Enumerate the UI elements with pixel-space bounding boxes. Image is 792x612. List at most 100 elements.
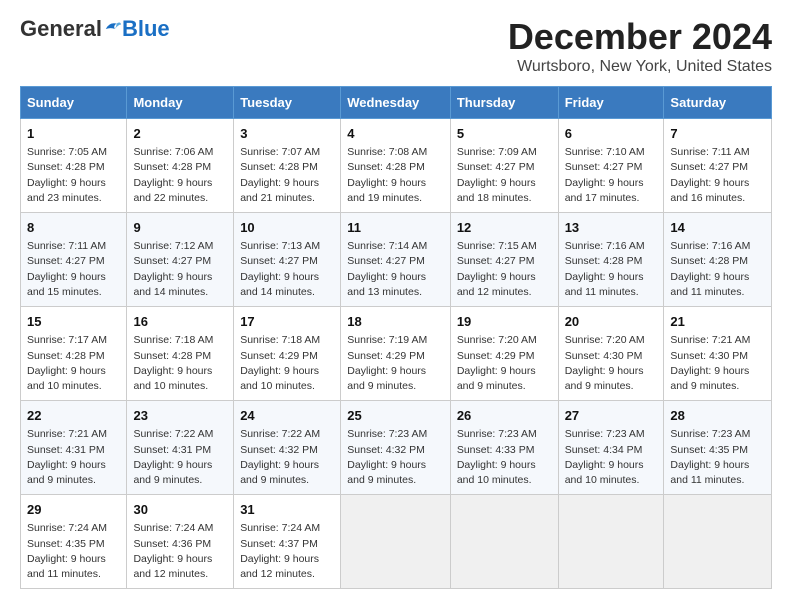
day-info: Sunrise: 7:23 AM Sunset: 4:33 PM Dayligh… [457,427,552,488]
day-info: Sunrise: 7:18 AM Sunset: 4:29 PM Dayligh… [240,333,334,394]
calendar-cell: 24 Sunrise: 7:22 AM Sunset: 4:32 PM Dayli… [234,401,341,495]
calendar-cell: 13 Sunrise: 7:16 AM Sunset: 4:28 PM Dayli… [558,213,664,307]
calendar-cell: 15 Sunrise: 7:17 AM Sunset: 4:28 PM Dayli… [21,307,127,401]
day-info: Sunrise: 7:12 AM Sunset: 4:27 PM Dayligh… [133,239,227,300]
day-number: 15 [27,313,120,331]
day-number: 11 [347,219,444,237]
week-row-2: 8Sunrise: 7:11 AM Sunset: 4:27 PM Daylig… [21,213,772,307]
day-number: 31 [240,501,334,519]
logo: General Blue [20,16,170,42]
day-info: Sunrise: 7:24 AM Sunset: 4:36 PM Dayligh… [133,521,227,582]
week-row-5: 29 Sunrise: 7:24 AM Sunset: 4:35 PM Dayli… [21,495,772,589]
calendar-cell: 20 Sunrise: 7:20 AM Sunset: 4:30 PM Dayli… [558,307,664,401]
day-info: Sunrise: 7:15 AM Sunset: 4:27 PM Dayligh… [457,239,552,300]
day-number: 10 [240,219,334,237]
day-info: Sunrise: 7:23 AM Sunset: 4:35 PM Dayligh… [670,427,765,488]
calendar-cell: 25Sunrise: 7:23 AM Sunset: 4:32 PM Dayli… [341,401,451,495]
header: General Blue December 2024 Wurtsboro, Ne… [20,16,772,76]
day-number: 28 [670,407,765,425]
calendar-cell [558,495,664,589]
day-number: 21 [670,313,765,331]
day-info: Sunrise: 7:22 AM Sunset: 4:31 PM Dayligh… [133,427,227,488]
day-number: 29 [27,501,120,519]
day-number: 23 [133,407,227,425]
day-number: 1 [27,125,120,143]
calendar-cell [341,495,451,589]
day-number: 4 [347,125,444,143]
day-number: 16 [133,313,227,331]
weekday-header-sunday: Sunday [21,87,127,119]
weekday-header-row: SundayMondayTuesdayWednesdayThursdayFrid… [21,87,772,119]
day-info: Sunrise: 7:08 AM Sunset: 4:28 PM Dayligh… [347,145,444,206]
calendar-cell: 11 Sunrise: 7:14 AM Sunset: 4:27 PM Dayli… [341,213,451,307]
location-title: Wurtsboro, New York, United States [508,58,772,76]
weekday-header-thursday: Thursday [450,87,558,119]
day-info: Sunrise: 7:21 AM Sunset: 4:30 PM Dayligh… [670,333,765,394]
day-info: Sunrise: 7:05 AM Sunset: 4:28 PM Dayligh… [27,145,120,206]
day-info: Sunrise: 7:20 AM Sunset: 4:30 PM Dayligh… [565,333,658,394]
day-number: 17 [240,313,334,331]
day-number: 20 [565,313,658,331]
calendar-cell: 28 Sunrise: 7:23 AM Sunset: 4:35 PM Dayli… [664,401,772,495]
day-info: Sunrise: 7:13 AM Sunset: 4:27 PM Dayligh… [240,239,334,300]
day-info: Sunrise: 7:16 AM Sunset: 4:28 PM Dayligh… [670,239,765,300]
day-info: Sunrise: 7:23 AM Sunset: 4:32 PM Dayligh… [347,427,444,488]
logo-general-text: General [20,16,102,42]
day-number: 5 [457,125,552,143]
calendar-cell: 21 Sunrise: 7:21 AM Sunset: 4:30 PM Dayli… [664,307,772,401]
calendar-cell [664,495,772,589]
day-info: Sunrise: 7:23 AM Sunset: 4:34 PM Dayligh… [565,427,658,488]
weekday-header-wednesday: Wednesday [341,87,451,119]
day-number: 24 [240,407,334,425]
day-number: 2 [133,125,227,143]
day-info: Sunrise: 7:19 AM Sunset: 4:29 PM Dayligh… [347,333,444,394]
calendar-cell: 1 Sunrise: 7:05 AM Sunset: 4:28 PM Daylig… [21,119,127,213]
calendar-cell: 23 Sunrise: 7:22 AM Sunset: 4:31 PM Dayli… [127,401,234,495]
day-info: Sunrise: 7:11 AM Sunset: 4:27 PM Dayligh… [670,145,765,206]
day-info: Sunrise: 7:21 AM Sunset: 4:31 PM Dayligh… [27,427,120,488]
day-info: Sunrise: 7:09 AM Sunset: 4:27 PM Dayligh… [457,145,552,206]
calendar-cell: 5 Sunrise: 7:09 AM Sunset: 4:27 PM Daylig… [450,119,558,213]
month-title: December 2024 [508,16,772,58]
day-info: Sunrise: 7:06 AM Sunset: 4:28 PM Dayligh… [133,145,227,206]
day-number: 19 [457,313,552,331]
week-row-4: 22Sunrise: 7:21 AM Sunset: 4:31 PM Dayli… [21,401,772,495]
day-info: Sunrise: 7:17 AM Sunset: 4:28 PM Dayligh… [27,333,120,394]
weekday-header-tuesday: Tuesday [234,87,341,119]
calendar-cell: 12 Sunrise: 7:15 AM Sunset: 4:27 PM Dayli… [450,213,558,307]
day-info: Sunrise: 7:24 AM Sunset: 4:35 PM Dayligh… [27,521,120,582]
day-number: 26 [457,407,552,425]
calendar-cell: 6Sunrise: 7:10 AM Sunset: 4:27 PM Daylig… [558,119,664,213]
day-number: 13 [565,219,658,237]
week-row-1: 1 Sunrise: 7:05 AM Sunset: 4:28 PM Daylig… [21,119,772,213]
day-info: Sunrise: 7:10 AM Sunset: 4:27 PM Dayligh… [565,145,658,206]
calendar-cell: 10 Sunrise: 7:13 AM Sunset: 4:27 PM Dayli… [234,213,341,307]
logo-bird-icon [104,20,122,38]
day-number: 30 [133,501,227,519]
day-info: Sunrise: 7:24 AM Sunset: 4:37 PM Dayligh… [240,521,334,582]
day-number: 9 [133,219,227,237]
calendar-cell: 16 Sunrise: 7:18 AM Sunset: 4:28 PM Dayli… [127,307,234,401]
day-number: 8 [27,219,120,237]
day-info: Sunrise: 7:18 AM Sunset: 4:28 PM Dayligh… [133,333,227,394]
week-row-3: 15 Sunrise: 7:17 AM Sunset: 4:28 PM Dayli… [21,307,772,401]
calendar-cell: 27Sunrise: 7:23 AM Sunset: 4:34 PM Dayli… [558,401,664,495]
calendar-cell: 2 Sunrise: 7:06 AM Sunset: 4:28 PM Daylig… [127,119,234,213]
calendar-cell: 9 Sunrise: 7:12 AM Sunset: 4:27 PM Daylig… [127,213,234,307]
weekday-header-monday: Monday [127,87,234,119]
weekday-header-saturday: Saturday [664,87,772,119]
calendar-cell: 18Sunrise: 7:19 AM Sunset: 4:29 PM Dayli… [341,307,451,401]
calendar-cell: 26 Sunrise: 7:23 AM Sunset: 4:33 PM Dayli… [450,401,558,495]
calendar-cell: 7Sunrise: 7:11 AM Sunset: 4:27 PM Daylig… [664,119,772,213]
calendar-cell: 31 Sunrise: 7:24 AM Sunset: 4:37 PM Dayli… [234,495,341,589]
day-number: 14 [670,219,765,237]
day-info: Sunrise: 7:14 AM Sunset: 4:27 PM Dayligh… [347,239,444,300]
day-info: Sunrise: 7:16 AM Sunset: 4:28 PM Dayligh… [565,239,658,300]
calendar-cell: 4 Sunrise: 7:08 AM Sunset: 4:28 PM Daylig… [341,119,451,213]
calendar-cell: 17 Sunrise: 7:18 AM Sunset: 4:29 PM Dayli… [234,307,341,401]
day-info: Sunrise: 7:22 AM Sunset: 4:32 PM Dayligh… [240,427,334,488]
day-number: 12 [457,219,552,237]
calendar-cell [450,495,558,589]
calendar-cell: 30 Sunrise: 7:24 AM Sunset: 4:36 PM Dayli… [127,495,234,589]
day-number: 3 [240,125,334,143]
